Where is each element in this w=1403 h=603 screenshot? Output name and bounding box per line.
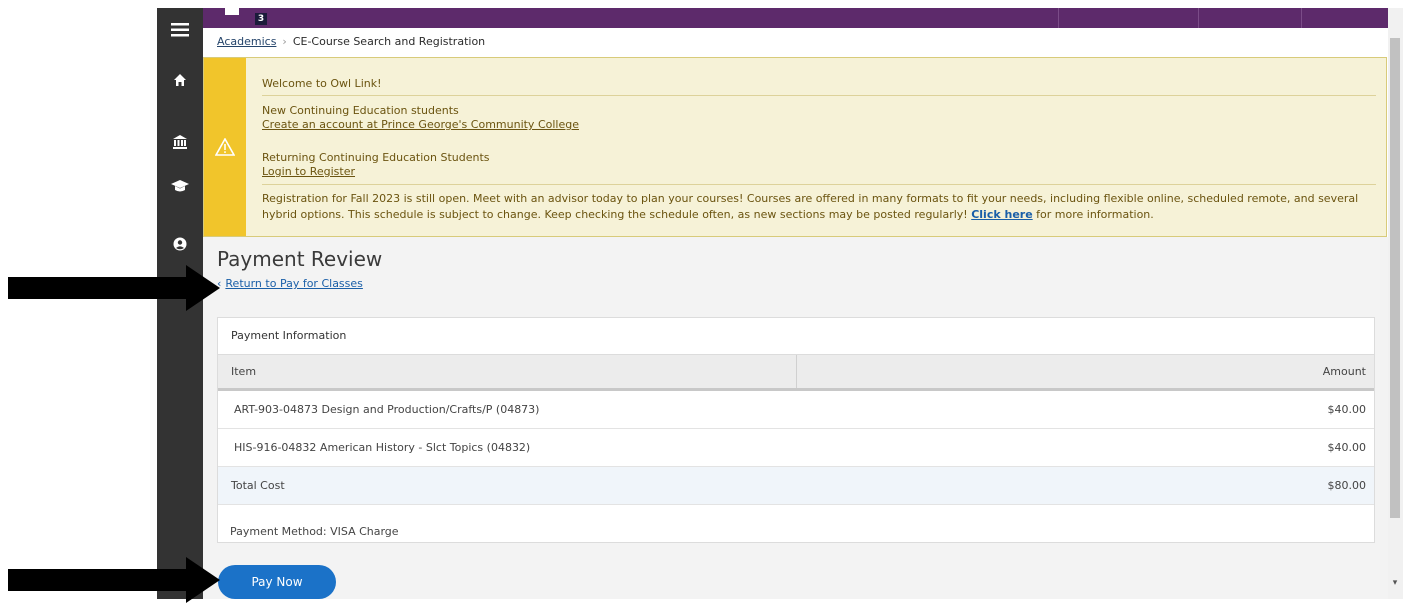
page-title: Payment Review: [217, 247, 383, 271]
breadcrumb-academics-link[interactable]: Academics: [217, 35, 276, 48]
scroll-down-icon[interactable]: ▾: [1389, 578, 1401, 588]
alert-divider: [262, 95, 1376, 96]
registration-text-continued: hybrid options. This schedule is subject…: [262, 208, 968, 221]
column-header-item: Item: [231, 365, 257, 378]
header-divider: [1301, 8, 1302, 28]
breadcrumb-separator: ›: [282, 35, 287, 48]
alert-divider: [262, 184, 1376, 185]
column-header-amount: Amount: [1322, 365, 1366, 378]
annotation-arrow-icon: [8, 265, 220, 311]
welcome-alert: Welcome to Owl Link! New Continuing Educ…: [203, 57, 1387, 237]
amount-cell: $40.00: [1327, 403, 1367, 416]
annotation-arrow-icon: [8, 557, 220, 603]
total-amount: $80.00: [1327, 479, 1367, 492]
scrollbar-thumb[interactable]: [1390, 38, 1400, 518]
college-logo[interactable]: [225, 8, 239, 15]
return-link-label: Return to Pay for Classes: [225, 277, 363, 290]
create-account-link[interactable]: Create an account at Prince George's Com…: [262, 118, 579, 131]
alert-title: Welcome to Owl Link!: [262, 77, 382, 90]
top-header-bar: 3: [203, 8, 1388, 28]
menu-icon[interactable]: [157, 16, 203, 44]
payment-method: Payment Method: VISA Charge: [230, 525, 399, 538]
header-divider: [1198, 8, 1199, 28]
login-to-register-link[interactable]: Login to Register: [262, 165, 355, 178]
window-frame-top: [157, 0, 1403, 8]
item-cell: ART-903-04873 Design and Production/Craf…: [234, 403, 540, 416]
new-students-heading: New Continuing Education students: [262, 104, 459, 117]
total-row: Total Cost $80.00: [218, 467, 1374, 505]
alert-bar: [204, 58, 246, 236]
table-row: HIS-916-04832 American History - Slct To…: [218, 429, 1374, 467]
breadcrumb-current: CE-Course Search and Registration: [292, 35, 486, 48]
bank-icon[interactable]: [157, 128, 203, 156]
returning-students-heading: Returning Continuing Education Students: [262, 151, 490, 164]
payment-information-panel: Payment Information Item Amount ART-903-…: [217, 317, 1375, 543]
panel-title: Payment Information: [218, 318, 1374, 355]
item-cell: HIS-916-04832 American History - Slct To…: [234, 441, 531, 454]
total-label: Total Cost: [231, 479, 285, 492]
warning-icon: [215, 138, 235, 156]
return-to-pay-link[interactable]: ‹ Return to Pay for Classes: [217, 277, 363, 290]
pay-now-button[interactable]: Pay Now: [218, 565, 336, 599]
logo-badge: 3: [255, 13, 267, 25]
home-icon[interactable]: [157, 66, 203, 94]
table-row: ART-903-04873 Design and Production/Craf…: [218, 391, 1374, 429]
column-divider: [796, 355, 797, 388]
breadcrumb: Academics › CE-Course Search and Registrat…: [203, 28, 1388, 56]
amount-cell: $40.00: [1327, 441, 1367, 454]
click-here-link[interactable]: Click here: [971, 208, 1032, 221]
graduation-cap-icon[interactable]: [157, 172, 203, 200]
table-header: Item Amount: [218, 355, 1374, 391]
user-circle-icon[interactable]: [157, 230, 203, 258]
registration-text-end: for more information.: [1036, 208, 1154, 221]
registration-text: Registration for Fall 2023 is still open…: [262, 192, 1359, 205]
main-content: Payment Review ‹ Return to Pay for Classe…: [203, 237, 1388, 599]
header-divider: [1058, 8, 1059, 28]
